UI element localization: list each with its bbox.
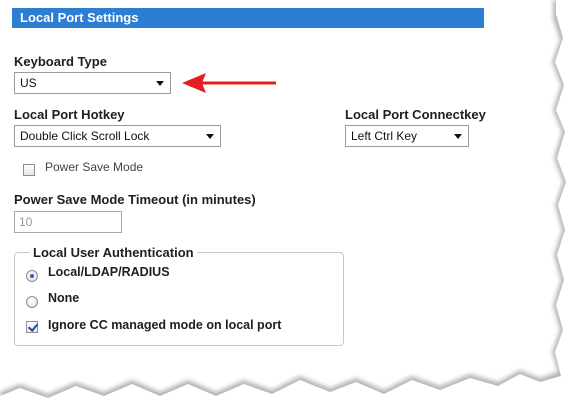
torn-edge-decoration (0, 0, 576, 400)
